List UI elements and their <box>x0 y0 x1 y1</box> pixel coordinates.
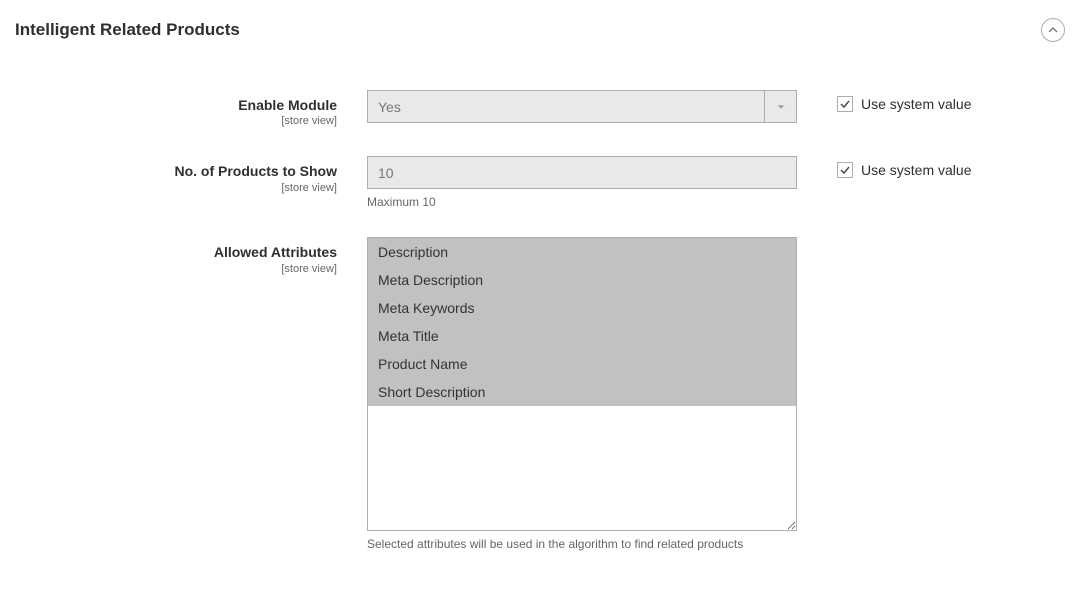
row-products-to-show: No. of Products to Show [store view] Max… <box>15 156 1065 209</box>
collapse-toggle-button[interactable] <box>1041 18 1065 42</box>
option-short-description[interactable]: Short Description <box>368 378 796 406</box>
option-meta-description[interactable]: Meta Description <box>368 266 796 294</box>
form-content: Enable Module [store view] Yes Use syste… <box>0 60 1080 599</box>
label-products-to-show: No. of Products to Show <box>15 162 337 180</box>
section-title: Intelligent Related Products <box>15 20 240 40</box>
checkbox-col: Use system value <box>797 156 971 178</box>
enable-module-select: Yes <box>367 90 797 123</box>
use-system-checkbox-enable-module[interactable] <box>837 96 853 112</box>
helper-products-to-show: Maximum 10 <box>367 195 797 209</box>
use-system-label: Use system value <box>861 162 971 178</box>
allowed-attributes-multiselect[interactable]: Description Meta Description Meta Keywor… <box>367 237 797 531</box>
chevron-up-icon <box>1048 25 1058 35</box>
check-icon <box>839 98 851 110</box>
label-col: Allowed Attributes [store view] <box>15 237 367 275</box>
scope-enable-module: [store view] <box>15 114 337 128</box>
use-system-checkbox-products-to-show[interactable] <box>837 162 853 178</box>
label-allowed-attributes: Allowed Attributes <box>15 243 337 261</box>
option-meta-title[interactable]: Meta Title <box>368 322 796 350</box>
option-product-name[interactable]: Product Name <box>368 350 796 378</box>
scope-products-to-show: [store view] <box>15 181 337 195</box>
helper-allowed-attributes: Selected attributes will be used in the … <box>367 537 797 551</box>
enable-module-value: Yes <box>367 90 797 123</box>
scope-allowed-attributes: [store view] <box>15 262 337 276</box>
label-col: No. of Products to Show [store view] <box>15 156 367 194</box>
row-allowed-attributes: Allowed Attributes [store view] Descript… <box>15 237 1065 551</box>
row-enable-module: Enable Module [store view] Yes Use syste… <box>15 90 1065 128</box>
field-col: Maximum 10 <box>367 156 797 209</box>
option-description[interactable]: Description <box>368 238 796 266</box>
label-enable-module: Enable Module <box>15 96 337 114</box>
field-col: Description Meta Description Meta Keywor… <box>367 237 797 551</box>
label-col: Enable Module [store view] <box>15 90 367 128</box>
products-to-show-input <box>367 156 797 189</box>
field-col: Yes <box>367 90 797 123</box>
use-system-label: Use system value <box>861 96 971 112</box>
check-icon <box>839 164 851 176</box>
section-header: Intelligent Related Products <box>0 0 1080 60</box>
checkbox-col: Use system value <box>797 90 971 112</box>
option-meta-keywords[interactable]: Meta Keywords <box>368 294 796 322</box>
